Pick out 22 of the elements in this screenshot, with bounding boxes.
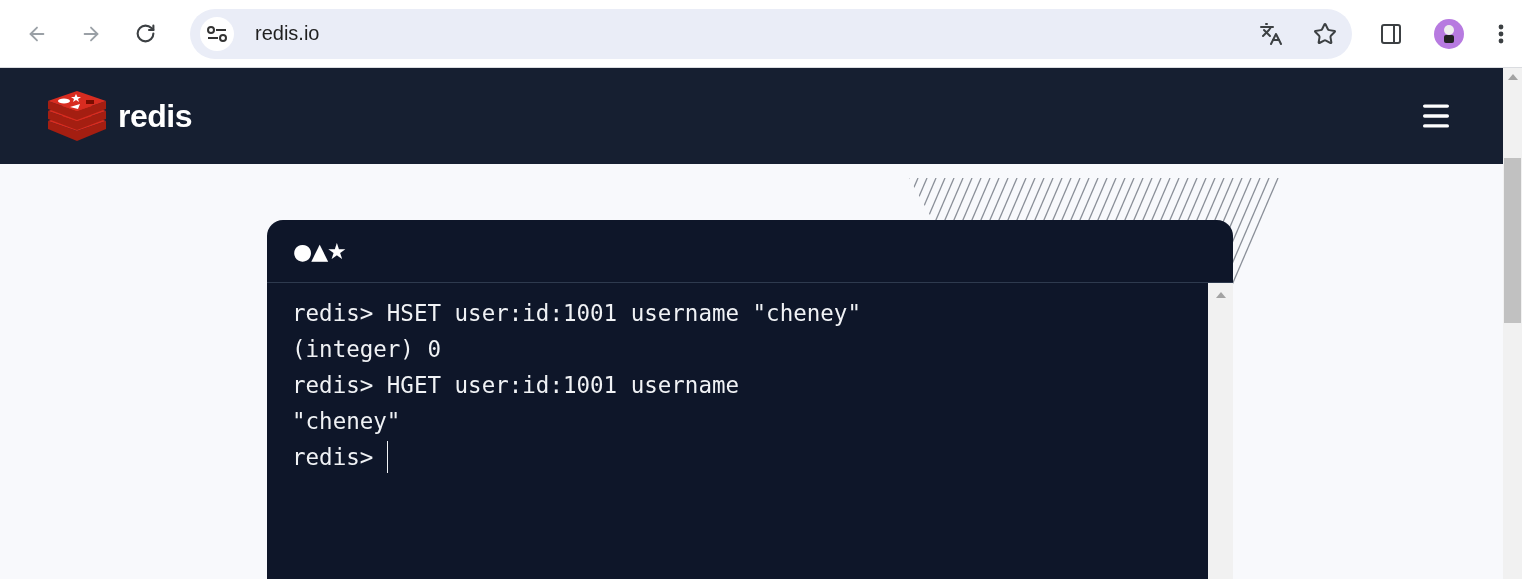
translate-icon: [1259, 21, 1283, 46]
address-bar[interactable]: redis.io: [190, 8, 1352, 59]
star-icon: [1313, 21, 1337, 46]
terminal-line: redis> HGET user:id:1001 username: [292, 371, 741, 400]
avatar-figure-icon: [1441, 23, 1457, 44]
side-panel-icon: [1379, 21, 1403, 46]
profile-avatar[interactable]: [1434, 18, 1464, 49]
reload-icon: [134, 23, 156, 44]
sliders-icon: [206, 24, 228, 43]
brand-name: redis: [118, 97, 192, 135]
terminal-line: (integer) 0: [292, 335, 442, 364]
terminal-scrollbar[interactable]: [1208, 283, 1233, 579]
site-info-button[interactable]: [200, 16, 234, 51]
terminal-line: redis> HSET user:id:1001 username "cheney": [292, 299, 862, 328]
redis-logo-icon: [48, 91, 106, 141]
page-scrollbar[interactable]: [1503, 68, 1522, 579]
more-dots-icon: [1498, 23, 1504, 44]
url-text: redis.io: [255, 22, 321, 45]
scroll-thumb[interactable]: [1504, 158, 1521, 323]
terminal-header-glyphs: ●▲★: [293, 238, 346, 264]
terminal-line: "cheney": [292, 407, 402, 436]
terminal-prompt: redis>: [292, 443, 374, 472]
